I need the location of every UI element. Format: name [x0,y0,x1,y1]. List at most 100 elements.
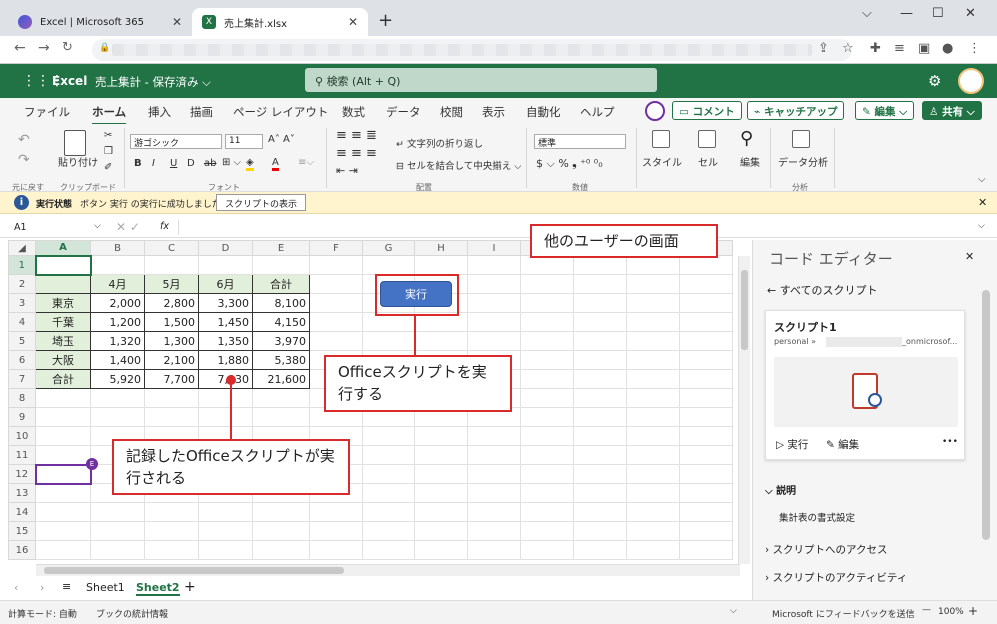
cell[interactable] [520,255,574,275]
sidepanel-icon[interactable]: ▣ [918,41,930,56]
value-cell[interactable]: 5,380 [252,350,310,370]
cell[interactable] [626,388,680,408]
undo-icon[interactable]: ↶ [18,132,30,148]
cell[interactable] [414,464,468,484]
row-header[interactable]: 11 [8,445,36,465]
ribbon-collapse-icon[interactable]: ⌵ [978,174,986,185]
row-header[interactable]: 6 [8,350,36,370]
label-cell[interactable]: 千葉 [35,312,91,332]
cell[interactable] [198,540,253,560]
tab-insert[interactable]: 挿入 [148,104,171,120]
cell[interactable] [467,445,521,465]
header-cell[interactable]: 6月 [198,274,253,294]
cell[interactable] [198,407,253,427]
cell[interactable] [573,274,627,294]
tab-data[interactable]: データ [386,104,421,120]
horizontal-scrollbar[interactable] [36,564,740,576]
cell[interactable] [573,426,627,446]
strikethrough-icon[interactable]: ab [204,158,216,169]
cell[interactable] [309,293,363,313]
cell[interactable] [573,312,627,332]
column-header[interactable]: I [467,240,521,256]
workbook-stats[interactable]: ブックの統計情報 [96,607,168,620]
cell[interactable] [467,274,521,294]
cell[interactable] [626,293,680,313]
cell[interactable] [573,350,627,370]
maximize-icon[interactable]: ☐ [932,6,944,21]
script-card[interactable]: スクリプト1 personal » _onmicrosof... ▷ 実行 ✎ … [765,310,965,460]
row-header[interactable]: 7 [8,369,36,389]
cell[interactable] [573,464,627,484]
tab-view[interactable]: 表示 [482,104,505,120]
share-page-icon[interactable]: ⇪ [818,41,829,56]
cell[interactable] [144,407,199,427]
cell[interactable] [467,502,521,522]
cell[interactable] [626,540,680,560]
value-cell[interactable]: 2,000 [90,293,145,313]
tab-review[interactable]: 校閲 [440,104,463,120]
cell[interactable] [90,540,145,560]
cell[interactable] [144,502,199,522]
cell[interactable] [198,388,253,408]
value-cell[interactable]: 1,350 [198,331,253,351]
cell[interactable] [626,350,680,370]
cell[interactable] [626,464,680,484]
cell[interactable] [573,369,627,389]
underline-icon[interactable]: U [170,158,177,169]
cell[interactable] [520,502,574,522]
edit-script-button[interactable]: ✎ 編集 [826,437,859,452]
tab-home[interactable]: ホーム [92,104,127,125]
minimize-icon[interactable]: — [900,6,913,21]
column-header[interactable]: G [362,240,415,256]
cell[interactable] [679,293,733,313]
calc-mode[interactable]: 計算モード: 自動 [8,607,77,620]
value-cell[interactable]: 1,500 [144,312,199,332]
value-cell[interactable]: 2,100 [144,350,199,370]
cell[interactable] [198,255,253,275]
close-tab-icon[interactable]: ✕ [348,15,358,29]
label-cell[interactable]: 東京 [35,293,91,313]
cell[interactable] [144,255,199,275]
collab-cell[interactable] [34,463,92,485]
value-cell[interactable]: 1,450 [198,312,253,332]
row-header[interactable]: 10 [8,426,36,446]
window-close-icon[interactable]: ✕ [965,6,976,21]
cell[interactable] [520,312,574,332]
analyze-data-button[interactable]: データ分析 [778,154,828,169]
row-header[interactable]: 1 [8,255,36,275]
value-cell[interactable]: 1,200 [90,312,145,332]
cell[interactable] [362,255,415,275]
cell[interactable] [573,521,627,541]
cell[interactable] [35,483,91,503]
column-header[interactable]: C [144,240,199,256]
cut-icon[interactable]: ✂ [104,130,112,141]
cell[interactable] [573,502,627,522]
cell[interactable] [679,540,733,560]
search-input[interactable]: ⚲ 検索 (Alt + Q) [305,68,657,92]
value-cell[interactable]: 4,150 [252,312,310,332]
cell[interactable] [35,521,91,541]
column-header[interactable]: F [309,240,363,256]
cell[interactable] [573,445,627,465]
name-box-dropdown-icon[interactable]: ⌵ [94,221,101,231]
cell[interactable] [414,502,468,522]
row-header[interactable]: 9 [8,407,36,427]
wrap-text-button[interactable]: ↵ 文字列の折り返し [396,136,483,150]
cell[interactable] [467,540,521,560]
cell[interactable] [35,445,91,465]
value-cell[interactable]: 3,970 [252,331,310,351]
cell[interactable] [467,521,521,541]
prev-sheet-icon[interactable]: ‹ [14,581,18,594]
value-cell[interactable]: 2,800 [144,293,199,313]
row-header[interactable]: 5 [8,331,36,351]
url-field[interactable]: 🔒 [92,39,852,61]
fx-icon[interactable]: fx [160,221,169,232]
value-cell[interactable]: 3,300 [198,293,253,313]
cell[interactable] [252,540,310,560]
comment-button[interactable]: ▭ コメント [672,101,742,120]
row-header[interactable]: 13 [8,483,36,503]
select-all-corner[interactable]: ◢ [8,240,36,256]
cell[interactable] [467,255,521,275]
cell[interactable] [520,521,574,541]
cell[interactable] [679,255,733,275]
